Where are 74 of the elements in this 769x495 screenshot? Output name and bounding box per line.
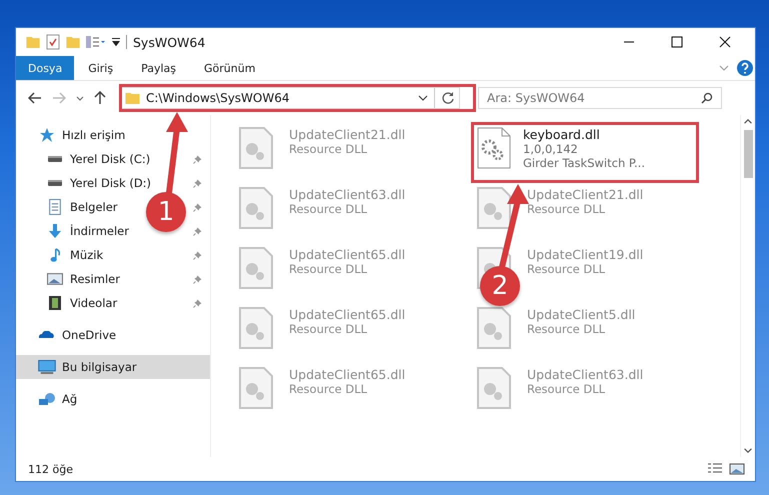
pin-icon[interactable] — [193, 298, 202, 308]
file-description: Resource DLL — [527, 382, 606, 396]
network-icon — [39, 393, 55, 405]
file-description: Girder TaskSwitch P... — [523, 156, 645, 170]
file-description: Resource DLL — [527, 262, 606, 276]
up-arrow-icon[interactable] — [94, 91, 106, 105]
file-description: Resource DLL — [289, 202, 368, 216]
pin-icon[interactable] — [193, 178, 202, 188]
monitor-icon — [38, 360, 56, 374]
search-icon — [701, 92, 713, 104]
cloud-icon — [39, 331, 55, 339]
sidebar-item[interactable]: Ağ — [62, 392, 78, 406]
sidebar-item[interactable]: Belgeler — [70, 200, 118, 214]
dropdown-icon[interactable] — [112, 38, 120, 46]
file-description: Resource DLL — [289, 142, 368, 156]
dll-file-icon[interactable] — [477, 187, 511, 229]
file-name[interactable]: keyboard.dll — [523, 127, 645, 142]
scrollbar[interactable] — [740, 115, 755, 457]
pin-icon[interactable] — [193, 226, 202, 236]
ribbon-tab[interactable]: Dosya — [16, 56, 74, 80]
sidebar-item[interactable]: Videolar — [70, 296, 118, 310]
document-icon — [49, 199, 61, 215]
sidebar-item[interactable]: Resimler — [70, 272, 120, 286]
chevron-icon[interactable] — [719, 65, 729, 71]
drive-icon — [47, 156, 63, 162]
sidebar-item[interactable]: Yerel Disk (C:) — [70, 152, 150, 166]
music-note-icon — [50, 248, 60, 262]
sidebar-item[interactable]: Yerel Disk (D:) — [70, 176, 152, 190]
pin-icon[interactable] — [193, 154, 202, 164]
sidebar-item[interactable]: Hızlı erişim — [62, 128, 126, 142]
file-description: Resource DLL — [289, 382, 368, 396]
star-icon — [39, 127, 55, 143]
scroll-up-icon[interactable] — [744, 119, 752, 124]
new-folder-icon[interactable] — [66, 36, 80, 48]
dll-file-icon[interactable] — [477, 127, 511, 169]
large-icons-view-icon[interactable] — [729, 463, 745, 475]
properties-icon[interactable] — [46, 34, 60, 50]
maximize-icon[interactable] — [671, 36, 683, 48]
folder-icon[interactable] — [26, 36, 40, 48]
item-count: 112 öğe — [28, 462, 73, 476]
recent-dropdown-icon[interactable] — [76, 96, 84, 100]
ribbon-tab[interactable]: Paylaş — [127, 56, 190, 80]
folder-icon — [125, 92, 140, 104]
pin-icon[interactable] — [193, 274, 202, 284]
help-icon[interactable] — [737, 60, 753, 76]
search-field[interactable]: Ara: SysWOW64 — [478, 87, 722, 109]
window-title: SysWOW64 — [133, 34, 206, 50]
file-version: 1,0,0,142 — [523, 142, 579, 156]
file-description: Resource DLL — [289, 262, 368, 276]
ribbon-tab[interactable]: Giriş — [74, 56, 128, 80]
refresh-icon[interactable] — [441, 91, 455, 105]
back-arrow-icon[interactable] — [28, 92, 42, 104]
pictures-icon — [47, 273, 63, 285]
film-icon — [49, 296, 61, 310]
address-path: C:\Windows\SysWOW64 — [146, 91, 290, 105]
drive-icon — [47, 180, 63, 186]
file-description: Resource DLL — [527, 322, 606, 336]
download-arrow-icon — [48, 223, 62, 239]
close-icon[interactable] — [719, 36, 731, 48]
sidebar-item[interactable]: OneDrive — [62, 328, 116, 342]
pin-icon[interactable] — [193, 250, 202, 260]
pin-icon[interactable] — [193, 202, 202, 212]
ribbon-tab[interactable]: Görünüm — [190, 56, 270, 80]
view-icon[interactable] — [86, 36, 106, 48]
sidebar-item[interactable]: Müzik — [70, 248, 104, 262]
sidebar-item[interactable]: Bu bilgisayar — [16, 355, 210, 379]
scroll-down-icon[interactable] — [744, 448, 752, 453]
address-bar[interactable]: C:\Windows\SysWOW64 — [120, 87, 460, 109]
sidebar-item[interactable]: İndirmeler — [70, 224, 129, 238]
file-description: Resource DLL — [527, 202, 606, 216]
scrollbar-thumb[interactable] — [744, 130, 752, 178]
file-description: Resource DLL — [289, 322, 368, 336]
details-view-icon[interactable] — [707, 463, 723, 473]
forward-arrow-icon[interactable] — [52, 92, 66, 104]
